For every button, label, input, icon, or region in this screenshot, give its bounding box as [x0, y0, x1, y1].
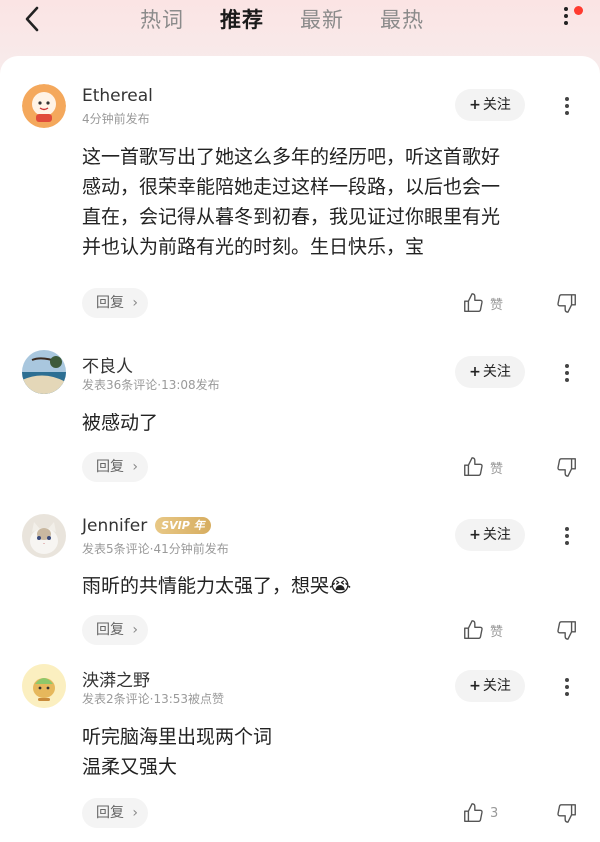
notification-dot [574, 6, 583, 15]
comment-more-icon[interactable] [562, 524, 572, 548]
plus-icon: + [469, 527, 481, 543]
reply-label: 回复 [96, 805, 124, 821]
back-arrow-icon[interactable] [18, 4, 48, 34]
comment-more-icon[interactable] [562, 675, 572, 699]
thumbs-up-icon [464, 620, 483, 639]
username[interactable]: 不良人 [82, 352, 133, 377]
like-button[interactable]: 赞 [462, 618, 503, 642]
chevron-right-icon: › [132, 459, 138, 475]
post-meta: 发表2条评论·13:53被点赞 [82, 692, 225, 706]
follow-button[interactable]: + 关注 [455, 89, 525, 121]
comment-text: 雨昕的共情能力太强了，想哭😭 [82, 571, 572, 601]
tab-hottest[interactable]: 最热 [380, 4, 424, 34]
chevron-right-icon: › [132, 295, 138, 311]
thumbs-up-icon [464, 293, 483, 312]
top-bar: 热词 推荐 最新 最热 [0, 0, 600, 56]
avatar[interactable] [22, 664, 66, 708]
like-button[interactable]: 3 [462, 801, 498, 825]
post-meta: 4分钟前发布 [82, 112, 150, 126]
follow-label: 关注 [482, 364, 511, 380]
plus-icon: + [469, 97, 481, 113]
tab-recommended[interactable]: 推荐 [220, 4, 264, 34]
post-meta: 发表36条评论·13:08发布 [82, 378, 220, 392]
reply-button[interactable]: 回复 › [82, 615, 148, 645]
tab-hot-words[interactable]: 热词 [140, 4, 184, 34]
avatar[interactable] [22, 350, 66, 394]
follow-button[interactable]: + 关注 [455, 356, 525, 388]
plus-icon: + [469, 364, 481, 380]
follow-label: 关注 [482, 97, 511, 113]
comment-line: 直在，会记得从暮冬到初春，我见证过你眼里有光 [82, 206, 501, 228]
comment-line: 听完脑海里出现两个词 [82, 726, 273, 748]
thumbs-down-icon[interactable] [556, 292, 578, 314]
thumbs-down-icon[interactable] [556, 619, 578, 641]
avatar[interactable] [22, 84, 66, 128]
comment-line: 并也认为前路有光的时刻。生日快乐，宝 [82, 236, 425, 258]
reply-button[interactable]: 回复 › [82, 452, 148, 482]
like-button[interactable]: 赞 [462, 455, 503, 479]
like-button[interactable]: 赞 [462, 291, 503, 315]
chevron-right-icon: › [132, 805, 138, 821]
reply-label: 回复 [96, 459, 124, 475]
reply-button[interactable]: 回复 › [82, 798, 148, 828]
reply-label: 回复 [96, 295, 124, 311]
comment-line: 雨昕的共情能力太强了，想哭😭 [82, 575, 352, 597]
thumbs-down-icon[interactable] [556, 802, 578, 824]
comment-more-icon[interactable] [562, 361, 572, 385]
comment-line: 温柔又强大 [82, 756, 178, 778]
follow-label: 关注 [482, 527, 511, 543]
username[interactable]: Ethereal [82, 86, 153, 106]
chevron-right-icon: › [132, 622, 138, 638]
comment-line: 被感动了 [82, 412, 159, 434]
svip-badge: SVIP 年 [155, 517, 211, 534]
like-label: 赞 [490, 297, 504, 313]
comment-text: 这一首歌写出了她这么多年的经历吧，听这首歌好 感动，很荣幸能陪她走过这样一段路，… [82, 142, 572, 262]
tab-latest[interactable]: 最新 [300, 4, 344, 34]
reply-label: 回复 [96, 622, 124, 638]
username[interactable]: Jennifer SVIP 年 [82, 516, 211, 536]
follow-button[interactable]: + 关注 [455, 519, 525, 551]
thumbs-down-icon[interactable] [556, 456, 578, 478]
username[interactable]: 泱漭之野 [82, 666, 150, 691]
thumbs-up-icon [464, 457, 483, 476]
comment-more-icon[interactable] [562, 94, 572, 118]
comment-line: 这一首歌写出了她这么多年的经历吧，听这首歌好 [82, 146, 501, 168]
thumbs-up-icon [464, 803, 483, 822]
tab-bar: 热词 推荐 最新 最热 [140, 4, 460, 34]
avatar[interactable] [22, 514, 66, 558]
comment-text: 听完脑海里出现两个词 温柔又强大 [82, 722, 572, 782]
plus-icon: + [469, 678, 481, 694]
reply-button[interactable]: 回复 › [82, 288, 148, 318]
username-text: Jennifer [82, 516, 148, 536]
like-count: 3 [490, 805, 499, 821]
like-label: 赞 [490, 624, 504, 640]
comment-text: 被感动了 [82, 408, 572, 438]
post-meta: 发表5条评论·41分钟前发布 [82, 542, 229, 556]
comment-line: 感动，很荣幸能陪她走过这样一段路，以后也会一 [82, 176, 501, 198]
more-options-icon[interactable] [558, 4, 574, 34]
like-label: 赞 [490, 461, 504, 477]
follow-button[interactable]: + 关注 [455, 670, 525, 702]
comments-panel: Ethereal 4分钟前发布 + 关注 这一首歌写出了她这么多年的经历吧，听这首… [0, 56, 600, 842]
follow-label: 关注 [482, 678, 511, 694]
